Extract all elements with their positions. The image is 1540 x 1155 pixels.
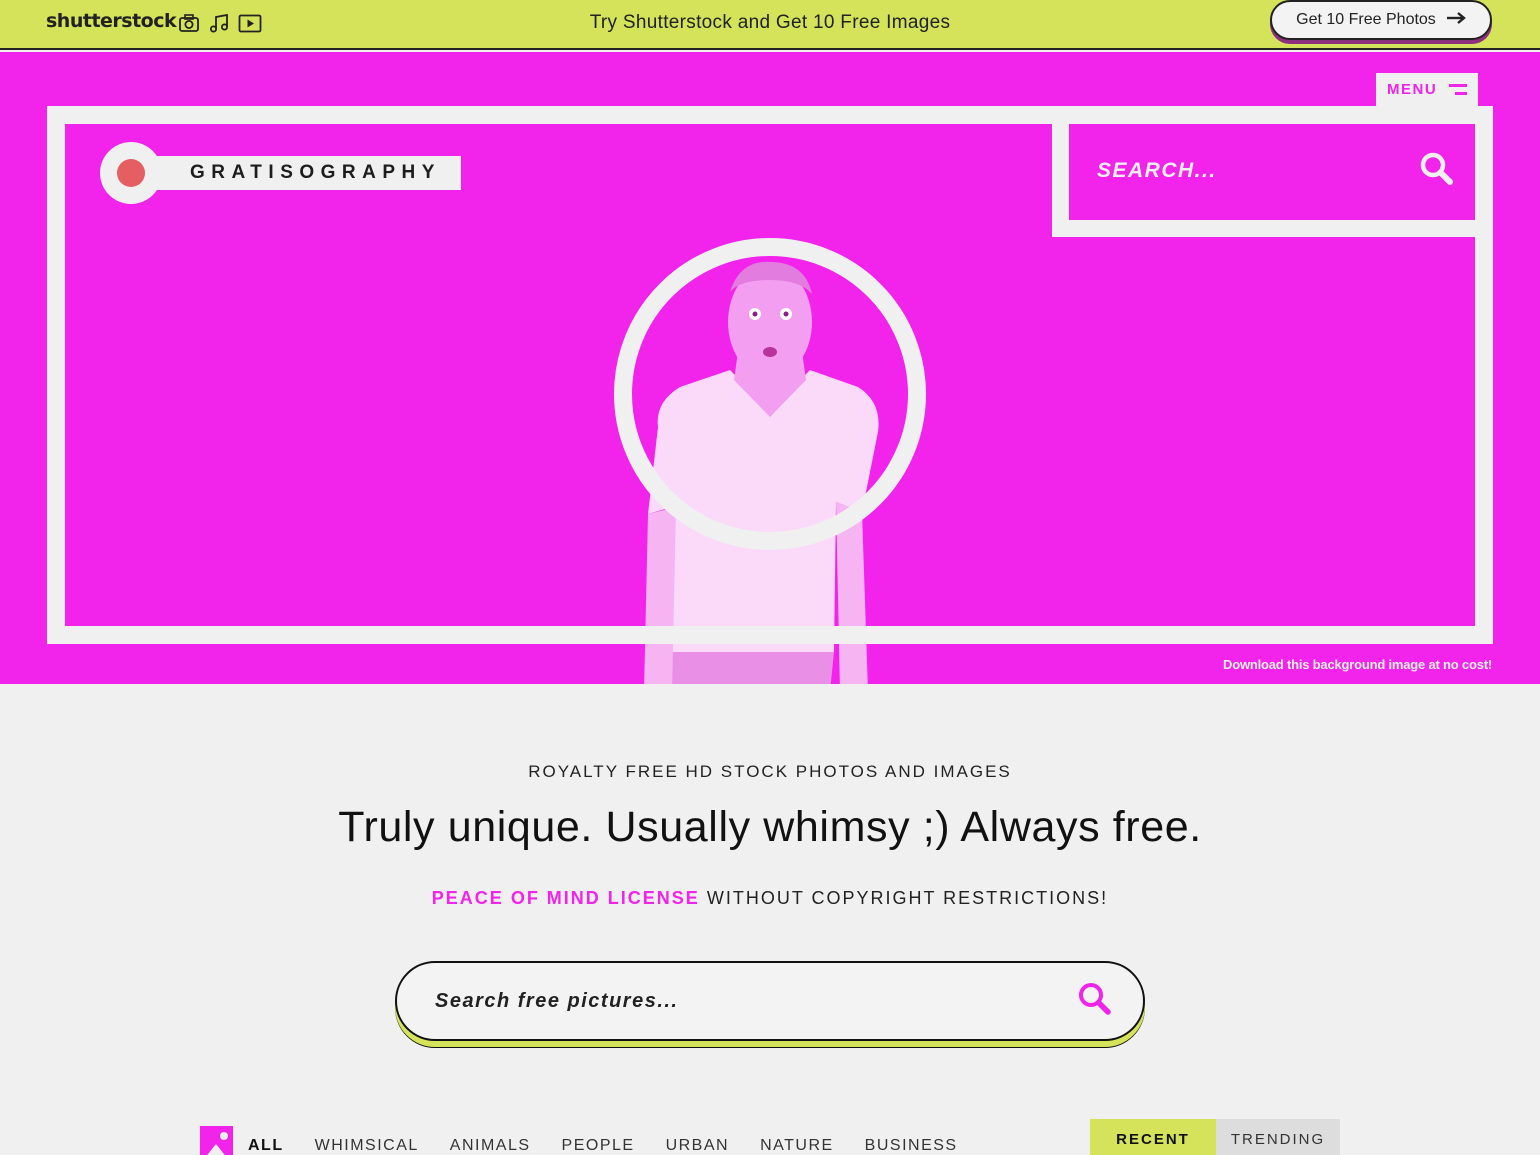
sort-recent-tab[interactable]: RECENT: [1090, 1119, 1216, 1155]
hero-ring: [614, 238, 926, 550]
main-search-input[interactable]: Search free pictures...: [435, 990, 678, 1013]
eyebrow-text: ROYALTY FREE HD STOCK PHOTOS AND IMAGES: [528, 762, 1012, 781]
hero-search-placeholder: SEARCH...: [1097, 159, 1217, 182]
menu-button[interactable]: MENU: [1376, 73, 1478, 106]
category-nature[interactable]: NATURE: [760, 1137, 834, 1155]
category-whimsical[interactable]: WHIMSICAL: [315, 1137, 419, 1155]
hamburger-icon: [1449, 84, 1468, 95]
download-background-link[interactable]: Download this background image at no cos…: [1223, 657, 1492, 672]
main-search-box[interactable]: Search free pictures...: [395, 961, 1145, 1041]
sort-trending-tab[interactable]: TRENDING: [1216, 1119, 1340, 1155]
image-icon: [200, 1126, 233, 1155]
category-people[interactable]: PEOPLE: [562, 1137, 635, 1155]
license-link[interactable]: PEACE OF MIND LICENSE: [432, 888, 700, 908]
category-animals[interactable]: ANIMALS: [450, 1137, 531, 1155]
promo-bar: shutterstock Try Shutterstock and Get 10…: [0, 0, 1540, 50]
hero-search-input[interactable]: SEARCH...: [1069, 122, 1475, 220]
promo-button-label: Get 10 Free Photos: [1296, 11, 1436, 28]
category-urban[interactable]: URBAN: [666, 1137, 730, 1155]
category-all[interactable]: ALL: [248, 1137, 284, 1155]
hero-search-frame: SEARCH...: [1052, 122, 1493, 237]
license-rest: WITHOUT COPYRIGHT RESTRICTIONS!: [699, 888, 1109, 908]
category-nav: ALL WHIMSICAL ANIMALS PEOPLE URBAN NATUR…: [200, 1126, 989, 1155]
logo-dot: [117, 159, 145, 187]
page-headline: Truly unique. Usually whimsy ;) Always f…: [338, 803, 1202, 851]
gratisography-logo[interactable]: GRATISOGRAPHY: [100, 142, 461, 204]
category-business[interactable]: BUSINESS: [865, 1137, 958, 1155]
site-name: GRATISOGRAPHY: [140, 156, 461, 190]
menu-label: MENU: [1387, 81, 1438, 98]
hero-banner: MENU GRATISOGRAPHY SEARCH... Download th…: [0, 52, 1540, 684]
search-icon[interactable]: [1419, 151, 1455, 192]
license-line: PEACE OF MIND LICENSE WITHOUT COPYRIGHT …: [0, 888, 1540, 909]
search-icon[interactable]: [1077, 981, 1113, 1022]
logo-circle: [100, 142, 162, 204]
arrow-right-icon: [1446, 11, 1466, 29]
get-free-photos-button[interactable]: Get 10 Free Photos: [1270, 0, 1492, 40]
